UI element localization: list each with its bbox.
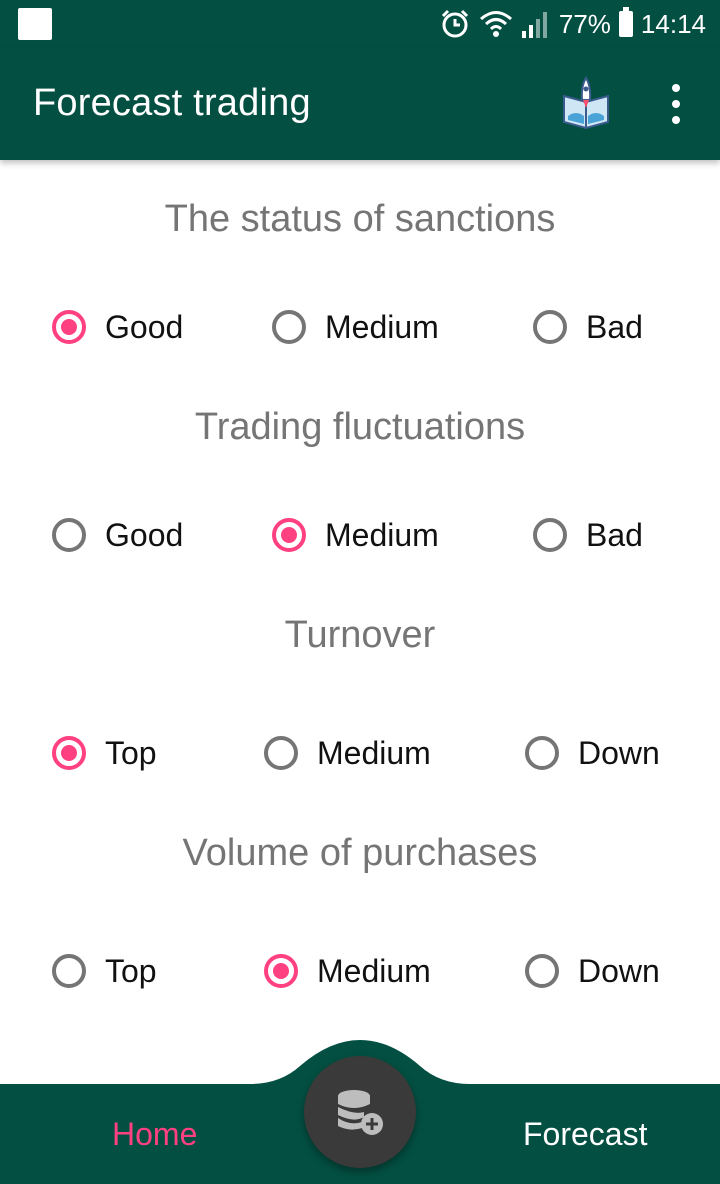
radio-button-icon — [525, 954, 559, 988]
menu-dot — [672, 116, 680, 124]
menu-dot — [672, 100, 680, 108]
radio-label: Top — [105, 952, 157, 989]
signal-icon — [521, 12, 547, 38]
radio-button-icon — [264, 736, 298, 770]
radio-label: Medium — [325, 516, 439, 553]
radio-button-icon — [272, 310, 306, 344]
radio-label: Medium — [317, 734, 431, 771]
section-title-fluctuations: Trading fluctuations — [194, 406, 526, 448]
battery-percent: 77% — [558, 8, 611, 39]
radio-purchases-medium[interactable]: Medium — [264, 945, 431, 997]
section-title-turnover: Turnover — [284, 614, 436, 656]
radio-button-icon — [52, 518, 86, 552]
section-title-sanctions: The status of sanctions — [164, 198, 556, 240]
radio-label: Bad — [586, 516, 643, 553]
radio-button-icon — [52, 736, 86, 770]
status-icons: 77% 14:14 — [439, 0, 706, 48]
radio-purchases-down[interactable]: Down — [525, 945, 660, 997]
nav-home[interactable]: Home — [112, 1116, 197, 1153]
radio-button-icon — [533, 518, 567, 552]
radio-button-icon — [533, 310, 567, 344]
battery-icon — [618, 7, 633, 37]
radio-fluctuations-medium[interactable]: Medium — [272, 509, 439, 561]
radio-turnover-top[interactable]: Top — [52, 727, 157, 779]
radio-button-icon — [52, 310, 86, 344]
radio-turnover-down[interactable]: Down — [525, 727, 660, 779]
status-bar: 77% 14:14 — [0, 0, 720, 48]
clock-time: 14:14 — [640, 8, 706, 39]
screen: 77% 14:14 Forecast trading The status of… — [0, 0, 720, 1184]
add-data-button[interactable] — [304, 1056, 416, 1168]
radio-sanctions-bad[interactable]: Bad — [533, 301, 643, 353]
radio-fluctuations-good[interactable]: Good — [52, 509, 183, 561]
database-add-icon — [338, 1090, 383, 1135]
rocket-book-logo-icon — [563, 76, 609, 130]
radio-label: Medium — [325, 308, 439, 345]
radio-button-icon — [525, 736, 559, 770]
radio-label: Down — [578, 734, 660, 771]
nav-forecast[interactable]: Forecast — [523, 1116, 647, 1153]
app-bar: Forecast trading — [0, 48, 720, 160]
radio-label: Bad — [586, 308, 643, 345]
radio-sanctions-medium[interactable]: Medium — [272, 301, 439, 353]
more-vert-icon[interactable] — [660, 84, 692, 124]
wifi-icon — [479, 11, 512, 37]
radio-button-icon — [264, 954, 298, 988]
radio-button-icon — [52, 954, 86, 988]
radio-fluctuations-bad[interactable]: Bad — [533, 509, 643, 561]
radio-label: Good — [105, 516, 184, 553]
section-title-purchases: Volume of purchases — [182, 832, 538, 874]
app-title: Forecast trading — [33, 82, 311, 124]
notification-square-icon — [18, 8, 52, 40]
menu-dot — [672, 84, 680, 92]
radio-button-icon — [272, 518, 306, 552]
radio-sanctions-good[interactable]: Good — [52, 301, 183, 353]
radio-purchases-top[interactable]: Top — [52, 945, 157, 997]
radio-turnover-medium[interactable]: Medium — [264, 727, 431, 779]
alarm-icon — [441, 9, 468, 38]
radio-label: Medium — [317, 952, 431, 989]
radio-label: Down — [578, 952, 660, 989]
radio-label: Good — [105, 308, 184, 345]
radio-label: Top — [105, 734, 157, 771]
